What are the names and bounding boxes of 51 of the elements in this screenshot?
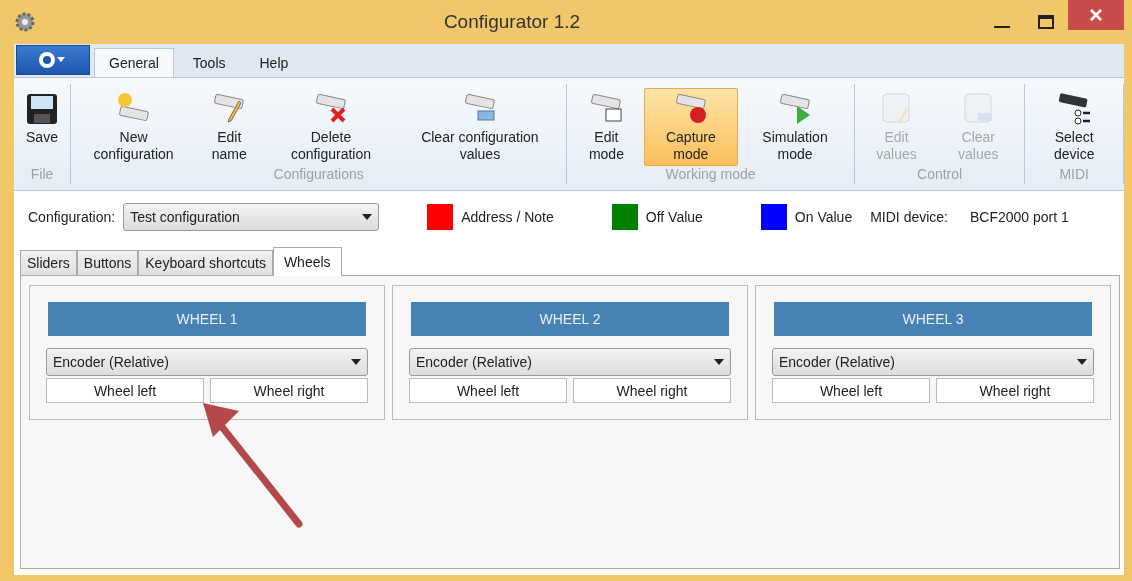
- caret-icon: [351, 359, 361, 365]
- ribbon-button[interactable]: Edit name: [194, 88, 265, 166]
- tab[interactable]: Sliders: [20, 250, 77, 275]
- group-label: MIDI: [1059, 166, 1089, 182]
- maximize-icon: [1038, 15, 1054, 29]
- ribbon-tab[interactable]: General: [94, 48, 174, 77]
- group-label: Control: [917, 166, 963, 182]
- midi-device-value: BCF2000 port 1: [970, 209, 1069, 225]
- ribbon-button[interactable]: Select device: [1029, 88, 1119, 166]
- tab[interactable]: Wheels: [272, 247, 342, 276]
- group-label: File: [30, 166, 54, 182]
- ribbon-button[interactable]: Delete configuration: [266, 88, 396, 166]
- ribbon-button[interactable]: Edit mode: [571, 88, 642, 166]
- wheel-button[interactable]: Wheel left: [46, 378, 204, 403]
- legend-label: On Value: [794, 209, 853, 225]
- ribbon-tab[interactable]: Help: [244, 48, 304, 77]
- mode-dropdown[interactable]: Encoder (Relative): [46, 348, 368, 376]
- wheel-button[interactable]: Wheel left: [409, 378, 567, 403]
- ribbon-button[interactable]: New configuration: [75, 88, 193, 166]
- ribbon-button[interactable]: Clear configuration values: [397, 88, 563, 166]
- group-label: Working mode: [665, 166, 756, 182]
- caret-icon: [362, 214, 373, 220]
- wheel-button[interactable]: Wheel left: [772, 378, 930, 403]
- wheel-header: WHEEL 2: [411, 302, 729, 336]
- wheel-header: WHEEL 1: [48, 302, 366, 336]
- wheel-header: WHEEL 3: [774, 302, 1092, 336]
- tab[interactable]: Keyboard shortcuts: [138, 250, 273, 275]
- group-label: Configurations: [273, 166, 364, 182]
- ribbon-button[interactable]: Capture mode: [643, 88, 739, 166]
- legend-label: Off Value: [645, 209, 703, 225]
- legend-label: Address / Note: [461, 209, 554, 225]
- minimize-icon: [994, 26, 1010, 28]
- gear-icon: [14, 11, 36, 33]
- wheel-button[interactable]: Wheel right: [573, 378, 731, 403]
- app-menu-button[interactable]: [16, 45, 90, 75]
- wheel-button[interactable]: Wheel right: [210, 378, 368, 403]
- ribbon-button[interactable]: Simulation mode: [740, 88, 850, 166]
- midi-device-label: MIDI device:: [870, 209, 948, 225]
- configuration-dropdown[interactable]: Test configuration: [123, 203, 380, 231]
- window-title: Configurator 1.2: [442, 11, 582, 33]
- ribbon-button[interactable]: Save: [18, 88, 66, 166]
- caret-icon: [1077, 359, 1087, 365]
- close-button[interactable]: [1068, 0, 1124, 30]
- caret-icon: [714, 359, 724, 365]
- tab[interactable]: Buttons: [76, 250, 139, 275]
- wheel-button[interactable]: Wheel right: [936, 378, 1094, 403]
- close-icon: [1090, 9, 1102, 21]
- configuration-label: Configuration:: [28, 209, 116, 225]
- ribbon-tab[interactable]: Tools: [177, 48, 241, 77]
- mode-dropdown[interactable]: Encoder (Relative): [409, 348, 731, 376]
- mode-dropdown[interactable]: Encoder (Relative): [772, 348, 1094, 376]
